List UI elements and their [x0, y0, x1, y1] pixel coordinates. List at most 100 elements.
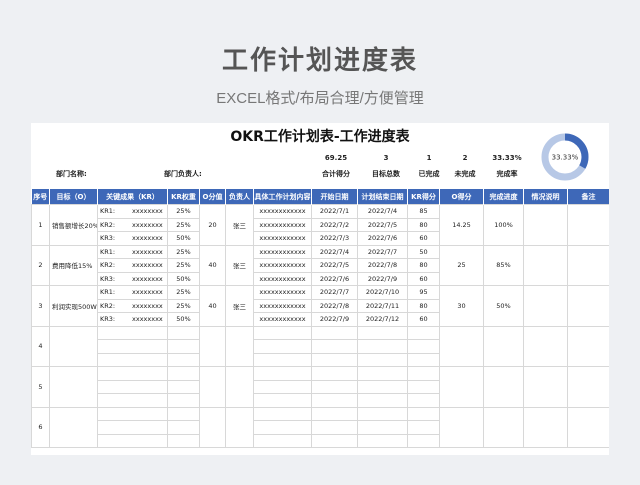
kr-weight-cell[interactable]: 25%	[167, 258, 200, 273]
plan-content-cell[interactable]	[253, 379, 312, 394]
progress-cell[interactable]	[483, 406, 524, 448]
kr-weight-cell[interactable]	[167, 352, 200, 367]
remarks-cell[interactable]	[567, 325, 609, 367]
start-date-cell[interactable]	[311, 379, 358, 394]
end-date-cell[interactable]: 2022/7/10	[357, 285, 408, 300]
start-date-cell[interactable]	[311, 406, 358, 421]
start-date-cell[interactable]	[311, 393, 358, 408]
progress-cell[interactable]	[483, 366, 524, 408]
start-date-cell[interactable]: 2022/7/6	[311, 271, 358, 286]
kr-weight-cell[interactable]	[167, 406, 200, 421]
o-value-cell[interactable]	[199, 406, 226, 448]
objective-cell[interactable]	[49, 406, 98, 448]
progress-cell[interactable]: 85%	[483, 244, 524, 286]
remarks-cell[interactable]	[567, 285, 609, 327]
key-result-cell[interactable]: KR1: xxxxxxxx	[97, 285, 168, 300]
start-date-cell[interactable]: 2022/7/2	[311, 217, 358, 232]
start-date-cell[interactable]: 2022/7/8	[311, 298, 358, 313]
end-date-cell[interactable]: 2022/7/5	[357, 217, 408, 232]
o-score-cell[interactable]	[439, 366, 484, 408]
end-date-cell[interactable]: 2022/7/11	[357, 298, 408, 313]
row-number-cell[interactable]: 3	[31, 285, 50, 327]
notes-cell[interactable]	[523, 366, 568, 408]
kr-score-cell[interactable]	[407, 339, 440, 354]
remarks-cell[interactable]	[567, 244, 609, 286]
end-date-cell[interactable]: 2022/7/6	[357, 231, 408, 246]
key-result-cell[interactable]	[97, 325, 168, 340]
notes-cell[interactable]	[523, 406, 568, 448]
plan-content-cell[interactable]	[253, 339, 312, 354]
o-score-cell[interactable]	[439, 406, 484, 448]
owner-cell[interactable]: 张三	[225, 244, 254, 286]
remarks-cell[interactable]	[567, 204, 609, 246]
start-date-cell[interactable]	[311, 339, 358, 354]
start-date-cell[interactable]: 2022/7/3	[311, 231, 358, 246]
kr-weight-cell[interactable]: 50%	[167, 231, 200, 246]
remarks-cell[interactable]	[567, 406, 609, 448]
key-result-cell[interactable]	[97, 420, 168, 435]
plan-content-cell[interactable]	[253, 433, 312, 448]
plan-content-cell[interactable]	[253, 352, 312, 367]
end-date-cell[interactable]: 2022/7/7	[357, 244, 408, 259]
start-date-cell[interactable]	[311, 352, 358, 367]
kr-weight-cell[interactable]: 25%	[167, 244, 200, 259]
start-date-cell[interactable]	[311, 325, 358, 340]
start-date-cell[interactable]	[311, 433, 358, 448]
start-date-cell[interactable]: 2022/7/4	[311, 244, 358, 259]
plan-content-cell[interactable]	[253, 325, 312, 340]
kr-score-cell[interactable]: 60	[407, 312, 440, 327]
key-result-cell[interactable]: KR1: xxxxxxxx	[97, 204, 168, 219]
o-value-cell[interactable]	[199, 366, 226, 408]
plan-content-cell[interactable]: xxxxxxxxxxxx	[253, 298, 312, 313]
start-date-cell[interactable]: 2022/7/9	[311, 312, 358, 327]
o-value-cell[interactable]: 40	[199, 244, 226, 286]
key-result-cell[interactable]	[97, 366, 168, 381]
kr-weight-cell[interactable]: 50%	[167, 312, 200, 327]
plan-content-cell[interactable]	[253, 406, 312, 421]
kr-score-cell[interactable]: 85	[407, 204, 440, 219]
objective-cell[interactable]: 费用降低15%	[49, 244, 98, 286]
start-date-cell[interactable]: 2022/7/1	[311, 204, 358, 219]
start-date-cell[interactable]	[311, 420, 358, 435]
key-result-cell[interactable]	[97, 352, 168, 367]
end-date-cell[interactable]	[357, 339, 408, 354]
plan-content-cell[interactable]: xxxxxxxxxxxx	[253, 312, 312, 327]
owner-cell[interactable]: 张三	[225, 204, 254, 246]
notes-cell[interactable]	[523, 285, 568, 327]
kr-score-cell[interactable]: 80	[407, 258, 440, 273]
kr-weight-cell[interactable]	[167, 379, 200, 394]
kr-score-cell[interactable]	[407, 366, 440, 381]
plan-content-cell[interactable]: xxxxxxxxxxxx	[253, 231, 312, 246]
end-date-cell[interactable]	[357, 433, 408, 448]
key-result-cell[interactable]: KR3: xxxxxxxx	[97, 312, 168, 327]
key-result-cell[interactable]	[97, 393, 168, 408]
kr-score-cell[interactable]: 60	[407, 271, 440, 286]
kr-weight-cell[interactable]: 50%	[167, 271, 200, 286]
key-result-cell[interactable]: KR2: xxxxxxxx	[97, 298, 168, 313]
key-result-cell[interactable]	[97, 339, 168, 354]
end-date-cell[interactable]	[357, 420, 408, 435]
row-number-cell[interactable]: 2	[31, 244, 50, 286]
end-date-cell[interactable]	[357, 379, 408, 394]
owner-cell[interactable]: 张三	[225, 285, 254, 327]
plan-content-cell[interactable]: xxxxxxxxxxxx	[253, 217, 312, 232]
kr-weight-cell[interactable]	[167, 420, 200, 435]
owner-cell[interactable]	[225, 406, 254, 448]
end-date-cell[interactable]	[357, 393, 408, 408]
start-date-cell[interactable]: 2022/7/5	[311, 258, 358, 273]
row-number-cell[interactable]: 5	[31, 366, 50, 408]
kr-weight-cell[interactable]	[167, 433, 200, 448]
row-number-cell[interactable]: 6	[31, 406, 50, 448]
owner-cell[interactable]	[225, 366, 254, 408]
key-result-cell[interactable]: KR2: xxxxxxxx	[97, 217, 168, 232]
end-date-cell[interactable]	[357, 366, 408, 381]
kr-score-cell[interactable]	[407, 352, 440, 367]
objective-cell[interactable]	[49, 325, 98, 367]
plan-content-cell[interactable]: xxxxxxxxxxxx	[253, 244, 312, 259]
notes-cell[interactable]	[523, 204, 568, 246]
end-date-cell[interactable]	[357, 325, 408, 340]
plan-content-cell[interactable]: xxxxxxxxxxxx	[253, 285, 312, 300]
kr-score-cell[interactable]: 50	[407, 244, 440, 259]
plan-content-cell[interactable]: xxxxxxxxxxxx	[253, 204, 312, 219]
plan-content-cell[interactable]	[253, 420, 312, 435]
